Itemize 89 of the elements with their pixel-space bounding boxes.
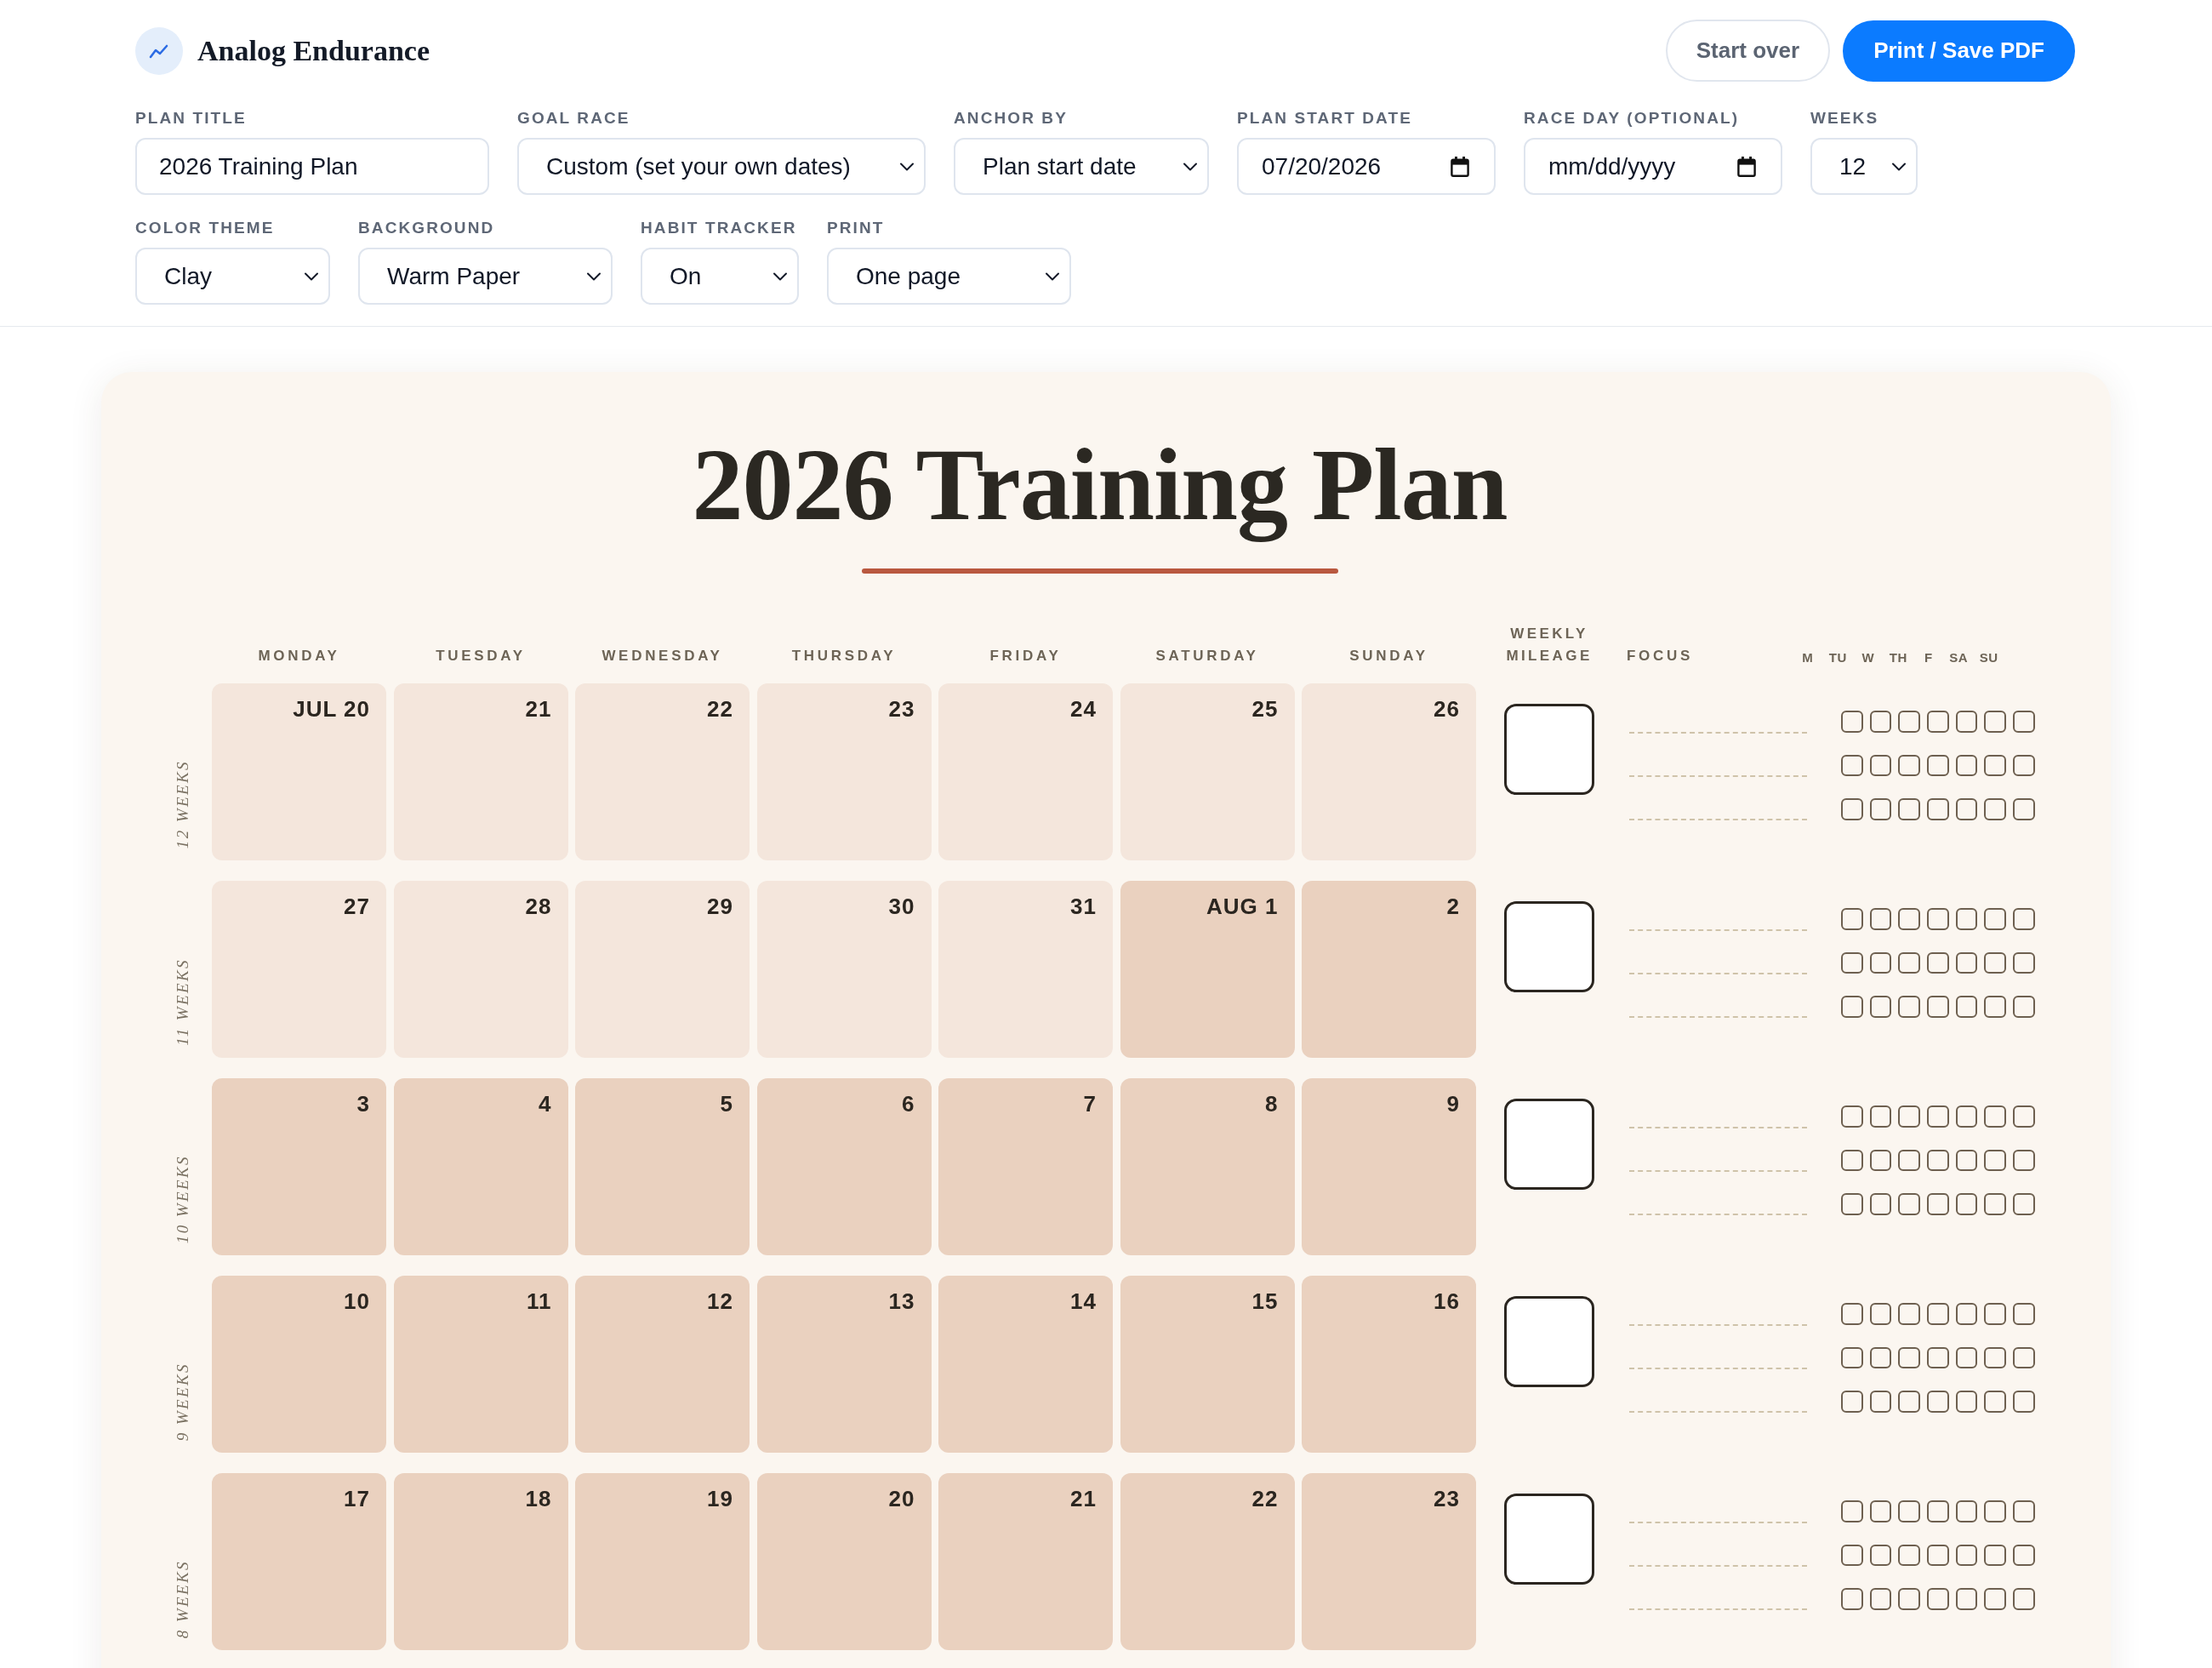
field-label: PRINT [827, 218, 885, 238]
field-label: HABIT TRACKER [641, 218, 797, 238]
chevron-down-icon [304, 271, 319, 281]
habit-day-heading: W [1861, 649, 1875, 666]
select-dropdown[interactable]: Clay [135, 248, 330, 305]
day-date: 15 [1251, 1288, 1279, 1314]
text-input[interactable]: 2026 Training Plan [135, 138, 489, 195]
day-date: 9 [1446, 1091, 1460, 1117]
select-dropdown[interactable]: 12 [1810, 138, 1918, 195]
weeks-to-go-label: 11 WEEKS [174, 958, 192, 1046]
field-label: RACE DAY (OPTIONAL) [1524, 108, 1740, 129]
day-date: 17 [344, 1486, 370, 1511]
day-date: 5 [720, 1091, 733, 1117]
weekday-heading: SUNDAY [1349, 647, 1428, 665]
chevron-down-icon [772, 271, 788, 281]
app-name: Analog Endurance [197, 34, 430, 67]
habit-day-heading: F [1924, 649, 1933, 666]
day-date: 20 [888, 1486, 915, 1511]
day-date: 4 [539, 1091, 552, 1117]
habit-day-heading: SU [1979, 649, 1998, 666]
chevron-down-icon [1183, 162, 1198, 171]
calendar-icon [1451, 156, 1469, 177]
field-label: COLOR THEME [135, 218, 275, 238]
weeks-to-go-label: 10 WEEKS [174, 1154, 192, 1243]
field-label: PLAN TITLE [135, 108, 247, 129]
chevron-down-icon [1045, 271, 1060, 281]
habit-day-heading: TH [1889, 649, 1907, 666]
habit-day-heading: TU [1828, 649, 1847, 666]
weekday-heading: SATURDAY [1155, 647, 1259, 665]
habit-day-heading: SA [1949, 649, 1969, 666]
day-date: 27 [344, 894, 370, 919]
chevron-down-icon [899, 162, 915, 171]
calendar-icon [1737, 156, 1756, 177]
day-date: 2 [1446, 894, 1460, 919]
select-dropdown[interactable]: Warm Paper [358, 248, 613, 305]
weekday-heading: MONDAY [258, 647, 340, 665]
day-date: 25 [1251, 696, 1279, 722]
weekday-heading: FRIDAY [989, 647, 1062, 665]
day-date: 16 [1434, 1288, 1460, 1314]
select-dropdown[interactable]: Custom (set your own dates) [517, 138, 926, 195]
day-date: AUG 1 [1206, 894, 1279, 919]
field-label: WEEKS [1810, 108, 1879, 129]
day-date: 12 [707, 1288, 733, 1314]
day-date: 18 [525, 1486, 552, 1511]
weekday-heading: WEDNESDAY [601, 647, 723, 665]
select-dropdown[interactable]: Plan start date [954, 138, 1209, 195]
day-date: 8 [1265, 1091, 1279, 1117]
day-date: 19 [707, 1486, 733, 1511]
day-date: 23 [888, 696, 915, 722]
select-dropdown[interactable]: One page [827, 248, 1071, 305]
day-date: 21 [1070, 1486, 1097, 1511]
habit-day-heading: M [1802, 649, 1814, 666]
weekday-heading: TUESDAY [436, 647, 526, 665]
day-date: 30 [888, 894, 915, 919]
weeks-to-go-label: 8 WEEKS [174, 1559, 192, 1638]
select-dropdown[interactable]: On [641, 248, 799, 305]
day-date: 3 [356, 1091, 370, 1117]
field-label: BACKGROUND [358, 218, 495, 238]
focus-heading: FOCUS [1627, 647, 1693, 665]
day-date: 22 [1251, 1486, 1279, 1511]
field-label: ANCHOR BY [954, 108, 1068, 129]
day-date: 23 [1434, 1486, 1460, 1511]
day-date: 14 [1070, 1288, 1097, 1314]
date-input[interactable]: mm/dd/yyyy [1524, 138, 1782, 195]
day-date: JUL 20 [293, 696, 370, 722]
chevron-down-icon [1891, 162, 1907, 171]
weekday-heading: THURSDAY [791, 647, 897, 665]
day-date: 22 [707, 696, 733, 722]
weeks-to-go-label: 12 WEEKS [174, 759, 192, 848]
day-date: 29 [707, 894, 733, 919]
mileage-heading: WEEKLY MILEAGE [1505, 625, 1593, 665]
chevron-down-icon [586, 271, 601, 281]
day-date: 24 [1070, 696, 1097, 722]
field-label: PLAN START DATE [1237, 108, 1412, 129]
day-date: 6 [902, 1091, 915, 1117]
field-label: GOAL RACE [517, 108, 630, 129]
date-input[interactable]: 07/20/2026 [1237, 138, 1496, 195]
day-date: 26 [1434, 696, 1460, 722]
day-date: 13 [888, 1288, 915, 1314]
day-date: 10 [344, 1288, 370, 1314]
day-date: 7 [1083, 1091, 1097, 1117]
plan-title: 2026 Training Plan [692, 429, 1508, 541]
day-date: 28 [525, 894, 552, 919]
reset-button[interactable]: Start over [1665, 20, 1831, 82]
day-date: 11 [527, 1288, 552, 1314]
day-date: 21 [525, 696, 552, 722]
print-button[interactable]: Print / Save PDF [1843, 20, 2075, 82]
weeks-to-go-label: 9 WEEKS [174, 1362, 192, 1441]
day-date: 31 [1070, 894, 1097, 919]
